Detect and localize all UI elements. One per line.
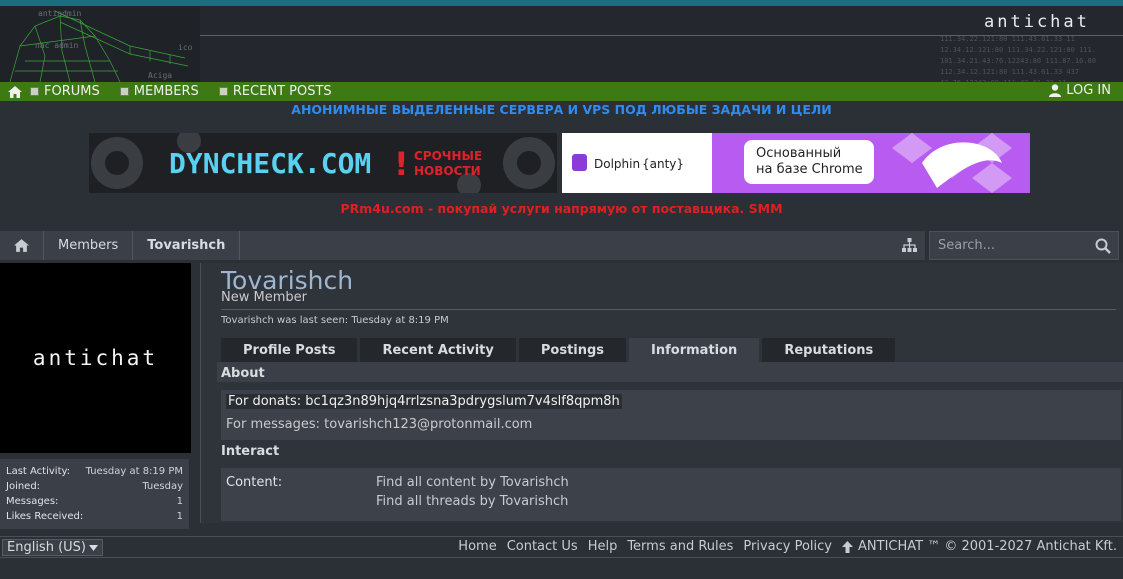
- user-icon: [1049, 84, 1062, 97]
- site-logo[interactable]: antichat: [984, 12, 1090, 32]
- site-footer: English (US) Home Contact Us Help Terms …: [0, 536, 1123, 558]
- promo-link-bottom[interactable]: PRm4u.com - покупай услуги напрямую от п…: [0, 201, 1123, 216]
- find-content-link[interactable]: Find all content by Tovarishch: [376, 475, 569, 490]
- header-art-label-1: antiadmin: [38, 9, 82, 18]
- banner-dyncheck[interactable]: DYNCHECK.COM ! СРОЧНЫЕ НОВОСТИ: [89, 133, 557, 193]
- nav-members-label: MEMBERS: [133, 84, 199, 99]
- nav-recent-posts[interactable]: RECENT POSTS: [218, 84, 332, 99]
- members-icon: [119, 87, 129, 96]
- stat-row: Joined: Tuesday: [6, 479, 183, 494]
- promo-link-top[interactable]: АНОНИМНЫЕ ВЫДЕЛЕННЫЕ СЕРВЕРА И VPS ПОД Л…: [0, 102, 1123, 117]
- nav-recent-posts-label: RECENT POSTS: [232, 84, 332, 99]
- header-code-text: 111.34.22.121:80 111.43.61.33 11 12.34.1…: [940, 35, 1096, 82]
- search-placeholder: Search...: [938, 238, 996, 253]
- banner-dolphin-line1: Основанный: [756, 146, 841, 161]
- search-icon[interactable]: [1095, 238, 1111, 254]
- content-label: Content:: [226, 475, 283, 490]
- header-art-label-4: Aciga: [148, 71, 172, 80]
- about-block: For donats: bc1qz3n89hjq4rrlzsna3pdrygsl…: [221, 390, 1121, 440]
- user-title: New Member: [221, 290, 307, 305]
- recent-posts-icon: [218, 87, 228, 96]
- tab-postings[interactable]: Postings: [518, 338, 627, 362]
- banner-dolphin-brand: Dolphin: [594, 157, 640, 171]
- footer-link-home[interactable]: Home: [458, 539, 496, 554]
- avatar-text: antichat: [32, 346, 159, 370]
- banner-dolphin-suffix: {anty}: [642, 157, 684, 171]
- nav-members[interactable]: MEMBERS: [119, 84, 199, 99]
- language-selector[interactable]: English (US): [2, 539, 103, 556]
- profile-divider: [221, 309, 1116, 310]
- main-nav: FORUMS MEMBERS RECENT POSTS LOG IN: [0, 82, 1123, 101]
- arrow-up-icon[interactable]: [842, 540, 854, 553]
- interact-heading: Interact: [221, 444, 280, 459]
- stat-label: Likes Received:: [6, 511, 84, 522]
- login-button[interactable]: LOG IN: [1049, 83, 1111, 98]
- footer-link-terms[interactable]: Terms and Rules: [627, 539, 733, 554]
- stat-row: Last Activity: Tuesday at 8:19 PM: [6, 464, 183, 479]
- tab-reputations[interactable]: Reputations: [762, 338, 896, 362]
- banner-dolphin-line2: на базе Chrome: [756, 162, 863, 177]
- footer-link-help[interactable]: Help: [588, 539, 618, 554]
- stat-row: Messages: 1: [6, 494, 183, 509]
- tab-profile-posts[interactable]: Profile Posts: [221, 338, 358, 362]
- banner-dyncheck-brand: DYNCHECK.COM: [169, 147, 371, 180]
- login-label: LOG IN: [1066, 83, 1111, 98]
- stat-value[interactable]: 1: [177, 494, 183, 509]
- last-seen-label: Tovarishch was last seen:: [221, 315, 349, 326]
- header-art-label-3: ico: [178, 43, 193, 52]
- header-art[interactable]: antiadmin nac admin ico Aciga: [0, 6, 200, 82]
- stat-label: Last Activity:: [6, 466, 71, 477]
- breadcrumb: Members Tovarishch: [0, 231, 925, 260]
- home-icon: [14, 239, 29, 252]
- search-input[interactable]: Search...: [929, 231, 1119, 260]
- footer-copyright: ANTICHAT ™ © 2001-2027 Antichat Kft.: [858, 539, 1117, 554]
- banner-dolphin[interactable]: Dolphin {anty} Основанный на базе Chrome: [562, 133, 1030, 193]
- banner-dyncheck-tag2: НОВОСТИ: [414, 164, 481, 178]
- about-heading: About: [221, 366, 265, 381]
- forums-icon: [30, 87, 39, 96]
- language-label: English (US): [7, 540, 86, 555]
- stat-row: Likes Received: 1: [6, 509, 183, 524]
- footer-link-contact[interactable]: Contact Us: [507, 539, 578, 554]
- member-stats: Last Activity: Tuesday at 8:19 PM Joined:…: [0, 459, 189, 529]
- site-header: antiadmin nac admin ico Aciga 111.34.22.…: [0, 6, 1123, 82]
- footer-links: Home Contact Us Help Terms and Rules Pri…: [448, 539, 1117, 554]
- banner-dyncheck-tag1: СРОЧНЫЕ: [414, 149, 482, 163]
- stat-value: 1: [176, 511, 183, 522]
- stat-value: Tuesday: [142, 481, 183, 492]
- breadcrumb-members[interactable]: Members: [44, 231, 134, 260]
- banner-dyncheck-mark: !: [394, 145, 409, 183]
- interact-block: Content: Find all content by Tovarishch …: [221, 468, 1121, 521]
- donate-text: For donats: bc1qz3n89hjq4rrlzsna3pdrygsl…: [226, 394, 622, 409]
- nav-home[interactable]: [0, 85, 30, 98]
- last-seen: Tovarishch was last seen: Tuesday at 8:1…: [221, 315, 449, 326]
- home-icon: [8, 85, 22, 98]
- breadcrumb-current[interactable]: Tovarishch: [133, 231, 241, 260]
- banner-dyncheck-art: DYNCHECK.COM ! СРОЧНЫЕ НОВОСТИ: [89, 133, 557, 193]
- banner-dolphin-art: Dolphin {anty} Основанный на базе Chrome: [562, 133, 1030, 193]
- nav-forums-label: FORUMS: [44, 84, 100, 99]
- sitemap-icon[interactable]: [902, 238, 917, 252]
- last-seen-value: Tuesday at 8:19 PM: [351, 315, 449, 326]
- stat-value: Tuesday at 8:19 PM: [85, 466, 183, 477]
- profile-tabs: Profile Posts Recent Activity Postings I…: [221, 338, 898, 362]
- stat-label: Joined:: [6, 481, 41, 492]
- breadcrumb-home[interactable]: [0, 231, 44, 260]
- footer-link-privacy[interactable]: Privacy Policy: [743, 539, 832, 554]
- header-art-label-2: nac admin: [35, 41, 79, 50]
- avatar[interactable]: antichat: [0, 263, 191, 453]
- tab-panel-header: [217, 362, 1123, 382]
- tab-information[interactable]: Information: [629, 338, 760, 362]
- find-threads-link[interactable]: Find all threads by Tovarishch: [376, 494, 568, 509]
- stat-label: Messages:: [6, 496, 59, 507]
- tab-recent-activity[interactable]: Recent Activity: [360, 338, 516, 362]
- profile-main: Tovarishch New Member Tovarishch was las…: [200, 263, 1123, 523]
- nav-forums[interactable]: FORUMS: [30, 84, 100, 99]
- contact-text: For messages: tovarishch123@protonmail.c…: [226, 417, 533, 432]
- chevron-down-icon: [88, 544, 98, 551]
